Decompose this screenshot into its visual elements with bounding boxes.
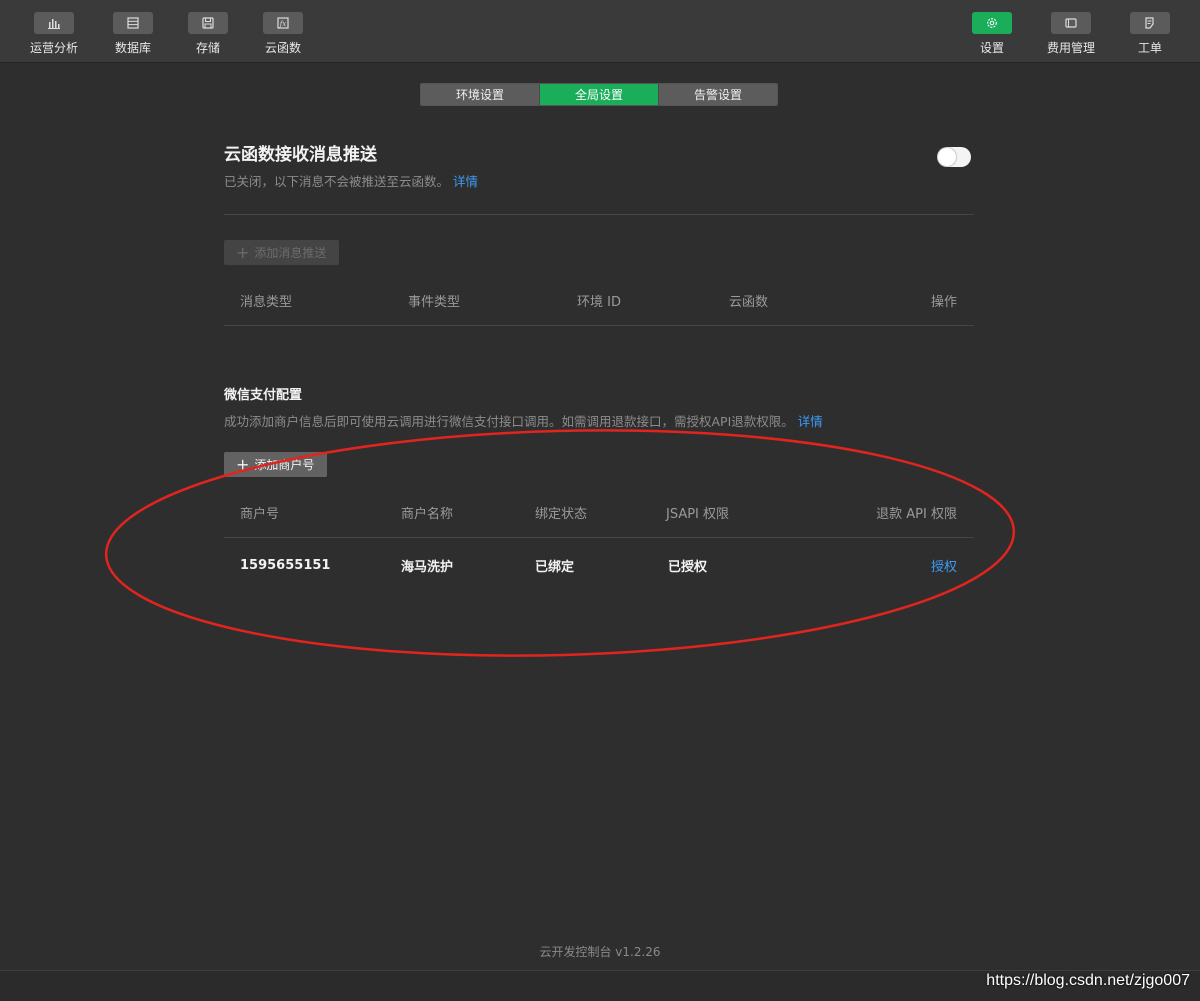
toolbar-settings-button[interactable] <box>972 12 1012 34</box>
push-table-header: 消息类型 事件类型 环境 ID 云函数 操作 <box>224 275 974 325</box>
wxpay-col-refund-api: 退款 API 权限 <box>876 506 957 522</box>
push-toggle[interactable] <box>937 147 971 167</box>
settings-tabs: 环境设置 全局设置 告警设置 <box>420 83 778 106</box>
push-desc-text: 已关闭，以下消息不会被推送至云函数。 <box>224 174 450 189</box>
wxpay-detail-link[interactable]: 详情 <box>798 414 823 429</box>
table-row: 1595655151 海马洗护 已绑定 已授权 授权 <box>224 538 974 592</box>
wxpay-add-row: + 添加商户号 <box>224 452 974 477</box>
bind-status-cell: 已绑定 <box>535 559 575 575</box>
wxpay-col-merchant-id: 商户号 <box>240 506 280 522</box>
push-col-event-type: 事件类型 <box>408 294 461 310</box>
ticket-icon <box>1145 17 1154 29</box>
tab-environment-settings[interactable]: 环境设置 <box>421 84 539 105</box>
billing-icon <box>1065 18 1077 28</box>
wxpay-desc-text: 成功添加商户信息后即可使用云调用进行微信支付接口调用。如需调用退款接口，需授权A… <box>224 414 794 429</box>
push-col-actions: 操作 <box>930 294 957 310</box>
toolbar-database[interactable]: 数据库 <box>101 0 165 63</box>
push-col-env-id: 环境 ID <box>577 294 621 310</box>
push-section-desc: 已关闭，以下消息不会被推送至云函数。 详情 <box>224 170 974 194</box>
plus-icon: + <box>236 242 250 262</box>
tab-global-settings[interactable]: 全局设置 <box>539 84 658 105</box>
toolbar-functions[interactable]: fx 云函数 <box>251 0 315 63</box>
toolbar-billing[interactable]: 费用管理 <box>1039 0 1103 63</box>
push-col-message-type: 消息类型 <box>240 294 293 310</box>
top-toolbar: 运营分析 数据库 存储 fx 云函数 设置 费用管理 工单 <box>0 0 1200 63</box>
push-col-cloud-function: 云函数 <box>729 294 769 310</box>
wxpay-col-merchant-name: 商户名称 <box>401 506 454 522</box>
wxpay-table-header: 商户号 商户名称 绑定状态 JSAPI 权限 退款 API 权限 <box>224 487 974 537</box>
function-icon: fx <box>277 17 289 29</box>
wxpay-col-bind-status: 绑定状态 <box>535 506 588 522</box>
toolbar-settings[interactable]: 设置 <box>960 0 1024 63</box>
wxpay-col-jsapi: JSAPI 权限 <box>666 506 730 522</box>
watermark: https://blog.csdn.net/zjgo007 <box>986 972 1190 989</box>
add-message-push-button[interactable]: + 添加消息推送 <box>224 240 340 265</box>
toggle-knob <box>938 148 956 166</box>
toolbar-settings-label: 设置 <box>979 41 1004 55</box>
bar-chart-icon <box>48 19 60 29</box>
push-section-title: 云函数接收消息推送 <box>224 145 377 165</box>
merchant-name-cell: 海马洗护 <box>401 559 454 575</box>
add-merchant-label: 添加商户号 <box>254 458 315 472</box>
toolbar-database-label: 数据库 <box>114 41 151 55</box>
merchant-id-cell: 1595655151 <box>240 557 331 573</box>
push-table-divider <box>224 325 974 326</box>
wxpay-section-header: 微信支付配置 成功添加商户信息后即可使用云调用进行微信支付接口调用。如需调用退款… <box>224 386 974 434</box>
toolbar-analytics-button[interactable] <box>34 12 74 34</box>
push-add-row: + 添加消息推送 <box>224 240 974 265</box>
toolbar-tickets-button[interactable] <box>1130 12 1170 34</box>
toolbar-storage-button[interactable] <box>188 12 228 34</box>
toolbar-functions-label: 云函数 <box>264 41 301 55</box>
refund-authorize-link[interactable]: 授权 <box>931 538 957 592</box>
main-content: 云函数接收消息推送 已关闭，以下消息不会被推送至云函数。 详情 + 添加消息推送… <box>224 140 974 592</box>
gear-icon <box>987 18 997 28</box>
plus-icon: + <box>236 454 250 474</box>
toolbar-functions-button[interactable]: fx <box>263 12 303 34</box>
toolbar-billing-label: 费用管理 <box>1046 41 1095 55</box>
database-icon <box>127 17 139 29</box>
wxpay-section-desc: 成功添加商户信息后即可使用云调用进行微信支付接口调用。如需调用退款接口，需授权A… <box>224 410 974 434</box>
add-message-push-label: 添加消息推送 <box>254 246 327 260</box>
storage-icon <box>202 17 214 29</box>
toolbar-analytics[interactable]: 运营分析 <box>22 0 86 63</box>
wxpay-section-title: 微信支付配置 <box>224 388 303 403</box>
push-detail-link[interactable]: 详情 <box>453 174 478 189</box>
toolbar-analytics-label: 运营分析 <box>29 41 78 55</box>
svg-text:fx: fx <box>279 20 287 28</box>
add-merchant-button[interactable]: + 添加商户号 <box>224 452 328 477</box>
toolbar-storage[interactable]: 存储 <box>176 0 240 63</box>
toolbar-storage-label: 存储 <box>195 41 220 55</box>
toolbar-billing-button[interactable] <box>1051 12 1091 34</box>
push-section-header: 云函数接收消息推送 已关闭，以下消息不会被推送至云函数。 详情 <box>224 140 974 214</box>
footer-version: 云开发控制台 v1.2.26 <box>539 945 661 959</box>
jsapi-cell: 已授权 <box>668 559 708 575</box>
push-divider <box>224 214 974 215</box>
toolbar-tickets[interactable]: 工单 <box>1118 0 1182 63</box>
tab-alert-settings[interactable]: 告警设置 <box>658 84 777 105</box>
toolbar-database-button[interactable] <box>113 12 153 34</box>
toolbar-tickets-label: 工单 <box>1137 41 1162 55</box>
